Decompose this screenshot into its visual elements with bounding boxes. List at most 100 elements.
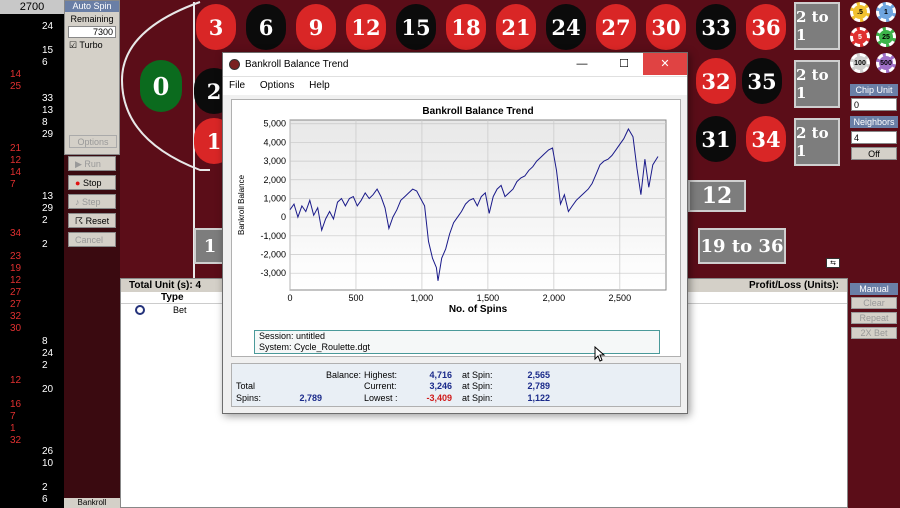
number-15[interactable]: 15 xyxy=(396,4,436,50)
spin-history-column: 2700 14 25 21 12 14 7 34 23 19 12 27 27 32 30 12 16 7 1 32… xyxy=(0,0,64,508)
history-number-black: 8 xyxy=(42,336,48,347)
y-tick-label: 5,000 xyxy=(263,119,286,129)
cancel-button[interactable]: Cancel xyxy=(68,232,116,247)
total-label: Total xyxy=(236,381,256,391)
bankroll-tab[interactable]: Bankroll xyxy=(64,498,120,508)
minimize-button[interactable]: — xyxy=(565,53,599,75)
chip-0-5[interactable]: .5 xyxy=(850,2,870,22)
repeat-button[interactable]: Repeat xyxy=(851,312,897,324)
number-36[interactable]: 36 xyxy=(746,4,786,50)
dozen-bet[interactable]: 12 xyxy=(688,180,746,212)
current-label: Current: xyxy=(364,381,397,391)
chip-5[interactable]: 5 xyxy=(850,27,870,47)
reset-label: Reset xyxy=(85,216,110,226)
column-bet-middle[interactable]: 2 to 1 xyxy=(794,60,840,108)
target-icon xyxy=(135,305,145,315)
run-button[interactable]: ▶ Run xyxy=(68,156,116,171)
chip-1[interactable]: 1 xyxy=(876,2,896,22)
mouse-cursor-icon xyxy=(594,346,606,362)
remaining-input[interactable]: 7300 xyxy=(68,26,116,38)
run-label: Run xyxy=(84,159,101,169)
turbo-label: Turbo xyxy=(79,40,103,50)
double-bet-button[interactable]: 2X Bet xyxy=(851,327,897,339)
number-33[interactable]: 33 xyxy=(696,4,736,50)
history-number-red: 32 xyxy=(10,311,22,322)
menu-options[interactable]: Options xyxy=(260,80,294,91)
x-tick-label: 500 xyxy=(348,293,363,303)
menu-help[interactable]: Help xyxy=(309,80,330,91)
chart-title: Bankroll Balance Trend xyxy=(422,106,533,117)
highest-spin-value: 2,565 xyxy=(527,370,550,380)
dialog-title: Bankroll Balance Trend xyxy=(245,59,349,70)
spins-label: Spins: xyxy=(236,393,262,403)
history-number-red: 12 xyxy=(10,275,22,286)
stop-icon: ● xyxy=(75,178,83,188)
clear-button[interactable]: Clear xyxy=(851,297,897,309)
chip-25[interactable]: 25 xyxy=(876,27,896,47)
number-35[interactable]: 35 xyxy=(742,58,782,104)
number-30[interactable]: 30 xyxy=(646,4,686,50)
maximize-button[interactable]: ☐ xyxy=(607,53,641,75)
number-27[interactable]: 27 xyxy=(596,4,636,50)
highest-at-spin-label: at Spin: xyxy=(462,370,493,380)
history-number-red: 7 xyxy=(10,411,16,422)
column-bet-bottom[interactable]: 2 to 1 xyxy=(794,118,840,166)
history-number-black: 20 xyxy=(42,384,54,395)
menu-file[interactable]: File xyxy=(229,80,245,91)
neighbors-label: Neighbors xyxy=(850,116,898,128)
number-31[interactable]: 31 xyxy=(696,116,736,162)
number-18[interactable]: 18 xyxy=(446,4,486,50)
number-21[interactable]: 21 xyxy=(496,4,536,50)
dialog-menubar: File Options Help xyxy=(223,77,687,95)
history-number-black: 10 xyxy=(42,458,54,469)
number-3[interactable]: 3 xyxy=(196,4,236,50)
app-icon xyxy=(229,59,240,70)
chip-unit-label: Chip Unit xyxy=(850,84,898,96)
y-tick-label: -3,000 xyxy=(260,268,286,278)
lowest-spin-value: 1,122 xyxy=(527,393,550,403)
bet-type-cell: Bet xyxy=(173,305,187,315)
turbo-checkbox[interactable]: ☑ Turbo xyxy=(69,40,119,51)
history-number-red: 7 xyxy=(10,179,16,190)
options-button[interactable]: Options xyxy=(69,135,117,148)
reset-button[interactable]: ☈ Reset xyxy=(68,213,116,228)
current-at-spin-label: at Spin: xyxy=(462,381,493,391)
number-6[interactable]: 6 xyxy=(246,4,286,50)
step-button[interactable]: ♪ Step xyxy=(68,194,116,209)
history-number-red: 21 xyxy=(10,143,22,154)
history-number-black: 6 xyxy=(42,494,48,505)
chip-500[interactable]: 500 xyxy=(876,53,896,73)
highest-label: Highest: xyxy=(364,370,398,380)
neighbors-input[interactable]: 4 xyxy=(851,131,897,144)
history-number-black: 2 xyxy=(42,360,48,371)
lowest-value: -3,409 xyxy=(426,393,452,403)
history-number-black: 13 xyxy=(42,105,54,116)
x-tick-label: 2,500 xyxy=(609,293,632,303)
zero-number[interactable]: 0 xyxy=(140,60,182,112)
chip-100[interactable]: 100 xyxy=(850,53,870,73)
number-9[interactable]: 9 xyxy=(296,4,336,50)
history-number-red: 25 xyxy=(10,81,22,92)
wheel-toggle-icon[interactable]: ⇆ xyxy=(826,258,840,268)
manual-label: Manual xyxy=(850,283,898,295)
history-number-red: 32 xyxy=(10,435,22,446)
number-34[interactable]: 34 xyxy=(746,116,786,162)
close-button[interactable]: ✕ xyxy=(643,53,687,75)
history-number-red: 27 xyxy=(10,287,22,298)
dialog-titlebar[interactable]: Bankroll Balance Trend — ☐ ✕ xyxy=(223,53,687,77)
total-units-value: 4 xyxy=(195,280,202,291)
chart-container: Bankroll Balance Trend 5,000 4,000 3,000 2,0… xyxy=(231,99,681,357)
high-bet[interactable]: 19 to 36 xyxy=(698,228,786,264)
column-bet-top[interactable]: 2 to 1 xyxy=(794,2,840,50)
history-number-red: 27 xyxy=(10,299,22,310)
stop-button[interactable]: ● Stop xyxy=(68,175,116,190)
chip-unit-input[interactable]: 0 xyxy=(851,98,897,111)
off-button[interactable]: Off xyxy=(851,147,897,160)
number-12[interactable]: 12 xyxy=(346,4,386,50)
number-32[interactable]: 32 xyxy=(696,58,736,104)
stop-label: Stop xyxy=(82,178,102,188)
number-24[interactable]: 24 xyxy=(546,4,586,50)
bankroll-display: 2700 xyxy=(0,0,64,14)
history-number-black: 33 xyxy=(42,93,54,104)
history-number-red: 1 xyxy=(10,423,16,434)
